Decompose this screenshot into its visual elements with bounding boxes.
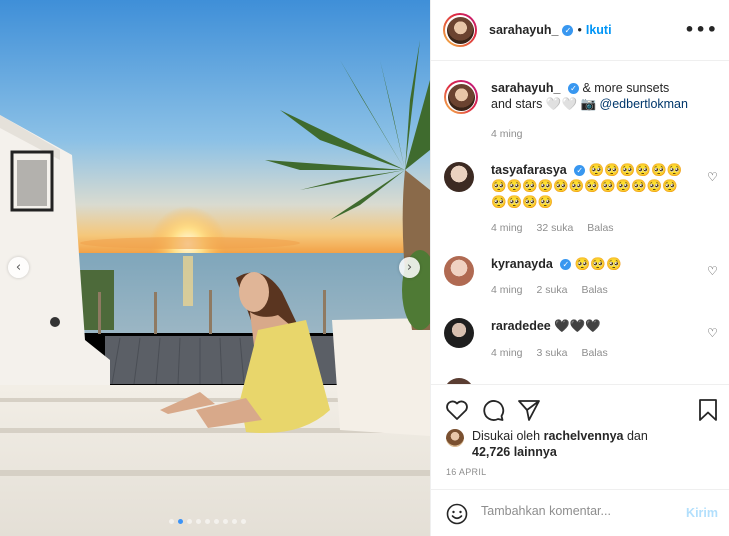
caption-mention[interactable]: @edbertlokman [600, 97, 688, 111]
comment-likes[interactable]: 32 suka [537, 222, 574, 234]
sunset-photo [0, 0, 430, 536]
slide-dot [232, 519, 237, 524]
comment-meta: 4 ming 3 suka Balas [491, 347, 608, 359]
separator-dot: • [577, 23, 582, 37]
like-comment-heart-icon[interactable]: ♡ [707, 264, 719, 278]
verified-badge-icon: ✓ [567, 83, 579, 95]
liker-username[interactable]: rachelvennya [544, 429, 624, 443]
emoji-smiley-icon[interactable] [446, 503, 468, 525]
chevron-right-icon: › [406, 260, 413, 275]
like-heart-icon[interactable] [445, 399, 469, 421]
comment-body: kyranayda ✓ 🥺🥺🥺 [491, 256, 693, 272]
comment-text: 🖤🖤🖤 [554, 319, 601, 333]
comment-avatar[interactable] [444, 318, 474, 348]
caption-username[interactable]: sarahayuh_ [491, 81, 560, 95]
slide-dot [169, 519, 174, 524]
post-sidebar: sarahayuh_ ✓ • Ikuti ••• sarahayuh_ ✓ & … [430, 0, 729, 536]
comments-list[interactable]: sarahayuh_ ✓ & more sunsets and stars 🤍🤍… [431, 62, 729, 384]
comment-time[interactable]: 4 ming [491, 284, 523, 296]
author-avatar[interactable] [443, 13, 477, 47]
follow-button[interactable]: Ikuti [586, 23, 612, 37]
reply-button[interactable]: Balas [587, 222, 613, 234]
comment-text: 🥺🥺🥺 [574, 257, 622, 271]
share-paper-plane-icon[interactable] [517, 399, 541, 421]
verified-badge-icon: ✓ [560, 259, 572, 271]
slide-dot [214, 519, 219, 524]
comment-username[interactable]: tasyafarasya [491, 163, 567, 177]
likes-count[interactable]: 42,726 lainnya [472, 445, 557, 459]
post-date[interactable]: 16 APRIL [446, 467, 486, 477]
comment-username[interactable]: kyranayda [491, 257, 553, 271]
likes-mid: dan [626, 429, 648, 443]
post-comment-button[interactable]: Kirim [686, 506, 718, 520]
reply-button[interactable]: Balas [581, 347, 607, 359]
caption-avatar[interactable] [444, 80, 478, 114]
caption-body: sarahayuh_ ✓ & more sunsets and stars 🤍🤍… [491, 80, 693, 112]
comment-avatar[interactable] [444, 256, 474, 286]
slide-dot [241, 519, 246, 524]
like-comment-heart-icon[interactable]: ♡ [707, 170, 719, 184]
verified-badge-icon: ✓ [574, 165, 586, 177]
reply-button[interactable]: Balas [581, 284, 607, 296]
author-username[interactable]: sarahayuh_ [489, 23, 558, 37]
liker-avatar[interactable] [446, 429, 464, 447]
comment-meta: 4 ming 32 suka Balas [491, 222, 614, 234]
chevron-left-icon: ‹ [15, 260, 22, 275]
caption-meta: 4 ming [491, 128, 523, 140]
comment-time[interactable]: 4 ming [491, 222, 523, 234]
comment-avatar[interactable] [444, 162, 474, 192]
comment-input[interactable] [481, 504, 671, 518]
post-header: sarahayuh_ ✓ • Ikuti ••• [431, 0, 729, 61]
next-slide-button[interactable]: › [399, 257, 420, 278]
comment-bubble-icon[interactable] [481, 399, 505, 421]
comment-likes[interactable]: 3 suka [537, 347, 568, 359]
save-bookmark-icon[interactable] [698, 399, 718, 421]
comment-username[interactable]: raradedee [491, 319, 551, 333]
previous-slide-button[interactable]: ‹ [8, 257, 29, 278]
like-comment-heart-icon[interactable]: ♡ [707, 326, 719, 340]
slide-indicator [169, 519, 246, 524]
slide-dot [223, 519, 228, 524]
more-options-icon[interactable]: ••• [684, 20, 718, 39]
comment-meta: 4 ming 2 suka Balas [491, 284, 608, 296]
comment-time[interactable]: 4 ming [491, 347, 523, 359]
verified-badge-icon: ✓ [562, 24, 574, 36]
caption-time[interactable]: 4 ming [491, 128, 523, 140]
slide-dot [196, 519, 201, 524]
comment-composer: Kirim [431, 489, 729, 536]
likes-prefix: Disukai oleh [472, 429, 541, 443]
likes-summary: Disukai oleh rachelvennya dan 42,726 lai… [446, 428, 716, 460]
comment-body: raradedee 🖤🖤🖤 [491, 318, 693, 334]
slide-dot [205, 519, 210, 524]
post-photo[interactable]: ‹ › [0, 0, 430, 536]
slide-dot [187, 519, 192, 524]
slide-dot [178, 519, 183, 524]
comment-likes[interactable]: 2 suka [537, 284, 568, 296]
comment-body: tasyafarasya ✓ 🥺🥺🥺🥺🥺🥺🥺🥺🥺🥺🥺🥺🥺🥺🥺🥺🥺🥺🥺🥺🥺🥺 [491, 162, 693, 210]
